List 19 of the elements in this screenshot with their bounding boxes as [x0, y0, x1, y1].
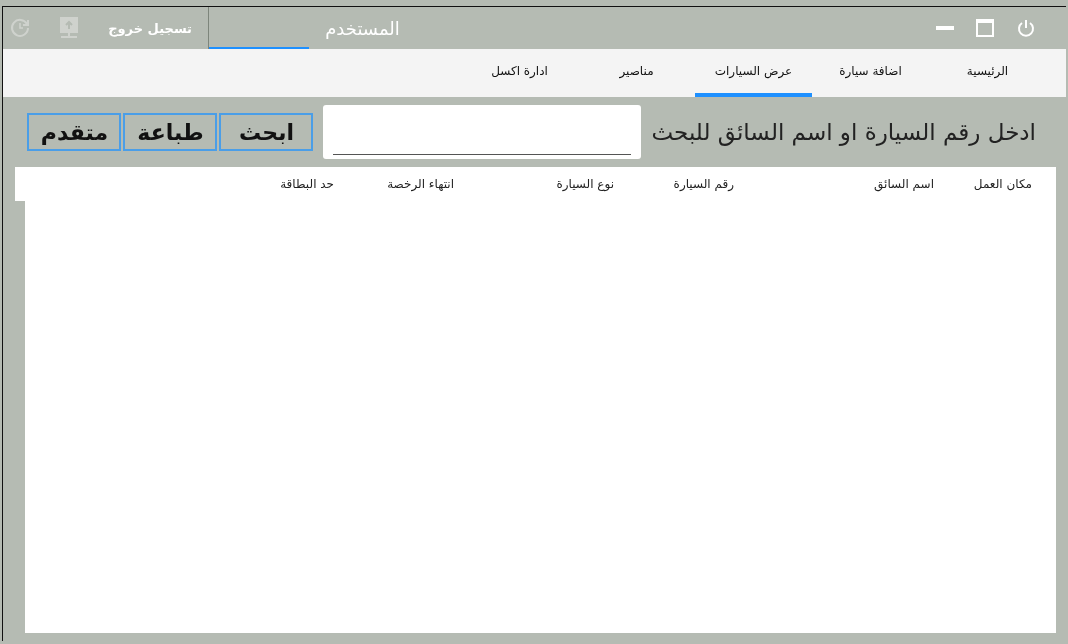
power-icon[interactable]	[1016, 18, 1036, 38]
tab[interactable]: عرض السيارات	[695, 49, 812, 97]
action-button[interactable]: متقدم	[27, 113, 122, 151]
column-header[interactable]: رقم السيارة	[614, 177, 734, 191]
minimize-icon[interactable]	[936, 26, 954, 30]
column-header[interactable]: حد البطاقة	[194, 177, 334, 191]
tab[interactable]: اضافة سيارة	[812, 49, 929, 97]
action-button[interactable]: ابحث	[219, 113, 314, 151]
column-header[interactable]: مكان العمل	[934, 177, 1032, 191]
tab[interactable]: الرئيسية	[929, 49, 1046, 97]
column-header[interactable]: اسم السائق	[734, 177, 934, 191]
tab[interactable]: ادارة اكسل	[461, 49, 578, 97]
column-header[interactable]: انتهاء الرخصة	[334, 177, 454, 191]
column-header[interactable]: نوع السيارة	[454, 177, 614, 191]
search-field[interactable]	[323, 105, 642, 159]
action-button[interactable]: طباعة	[123, 113, 218, 151]
tab[interactable]: مناصير	[578, 49, 695, 97]
search-label: ادخل رقم السيارة او اسم السائق للبحث	[651, 119, 1036, 145]
maximize-icon[interactable]	[976, 19, 994, 37]
